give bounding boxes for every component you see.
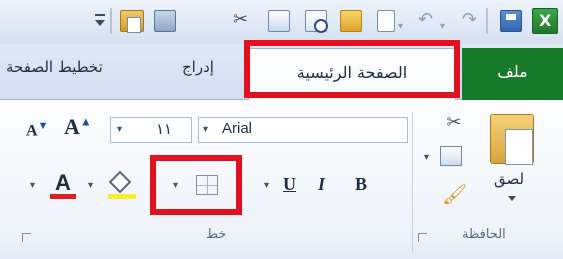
tab-insert[interactable]: إدراج bbox=[182, 58, 214, 76]
save-icon[interactable] bbox=[500, 10, 522, 32]
paint-bucket-icon[interactable] bbox=[154, 10, 176, 32]
font-color-button[interactable]: A bbox=[50, 170, 76, 200]
italic-button[interactable]: I bbox=[318, 174, 325, 195]
excel-icon[interactable] bbox=[532, 8, 558, 34]
font-group-caption: خط bbox=[206, 227, 227, 242]
grow-font-button[interactable]: A▲ bbox=[64, 114, 92, 140]
undo-icon[interactable]: ↶ bbox=[418, 9, 433, 31]
paste-dropdown-icon[interactable] bbox=[508, 196, 516, 201]
redo-dropdown-icon[interactable]: ▾ bbox=[440, 16, 445, 38]
new-document-icon[interactable] bbox=[377, 10, 395, 32]
group-separator bbox=[412, 112, 413, 252]
tab-page-layout[interactable]: تخطيط الصفحة bbox=[6, 58, 103, 76]
paste-button[interactable] bbox=[490, 114, 534, 165]
underline-button[interactable]: U bbox=[283, 174, 296, 195]
fill-color-button[interactable] bbox=[108, 170, 136, 200]
ribbon-tabs: ملف الصفحة الرئيسية إدراج تخطيط الصفحة bbox=[0, 44, 563, 101]
paste-label[interactable]: لصق bbox=[494, 170, 524, 188]
undo-dropdown-icon[interactable]: ▾ bbox=[398, 16, 403, 38]
tab-home[interactable]: الصفحة الرئيسية bbox=[248, 48, 456, 101]
cut-button-icon[interactable]: ✂ bbox=[444, 112, 464, 136]
cut-icon[interactable]: ✂ bbox=[233, 9, 248, 31]
fill-color-swatch bbox=[108, 194, 136, 199]
shrink-font-button[interactable]: A▼ bbox=[26, 120, 48, 140]
shrink-font-label: A bbox=[26, 122, 38, 140]
clipboard-launcher-icon[interactable] bbox=[418, 233, 427, 242]
fill-color-dropdown-icon[interactable]: ▾ bbox=[88, 180, 93, 191]
redo-icon[interactable]: ↷ bbox=[462, 9, 477, 31]
borders-button-icon[interactable] bbox=[196, 175, 218, 195]
grow-arrow-icon: ▲ bbox=[79, 114, 92, 129]
font-size-combobox[interactable] bbox=[110, 117, 192, 143]
font-name-value: Arial bbox=[222, 120, 253, 137]
toolbar-separator bbox=[486, 8, 488, 34]
bold-button[interactable]: B bbox=[355, 174, 367, 195]
font-launcher-icon[interactable] bbox=[22, 233, 31, 242]
toolbar-separator bbox=[110, 8, 112, 34]
grow-font-label: A bbox=[64, 114, 80, 139]
copy-dropdown-icon[interactable]: ▾ bbox=[424, 152, 429, 163]
print-preview-icon[interactable] bbox=[305, 10, 328, 33]
quick-access-toolbar: ↷ ▾ ↶ ▾ ✂ bbox=[0, 0, 563, 44]
ribbon-body: لصق ✂ ▾ 🖌 الحافظة Arial ▾ ١١ ▾ A▲ A▼ B I… bbox=[0, 100, 563, 259]
format-painter-icon[interactable]: 🖌 bbox=[442, 182, 467, 208]
font-color-letter-icon: A bbox=[55, 170, 71, 195]
font-name-dropdown-icon[interactable]: ▾ bbox=[203, 124, 208, 135]
font-color-dropdown-icon[interactable]: ▾ bbox=[30, 180, 35, 191]
shrink-arrow-icon: ▼ bbox=[37, 120, 49, 132]
open-folder-icon[interactable] bbox=[340, 10, 362, 32]
underline-dropdown-icon[interactable]: ▾ bbox=[264, 180, 269, 191]
copy-icon[interactable] bbox=[268, 10, 290, 32]
clipboard-group-caption: الحافظة bbox=[462, 227, 506, 242]
paste-icon[interactable] bbox=[120, 10, 144, 33]
font-size-dropdown-icon[interactable]: ▾ bbox=[117, 124, 122, 135]
borders-dropdown-icon[interactable]: ▾ bbox=[173, 180, 178, 191]
tab-file[interactable]: ملف bbox=[462, 48, 563, 100]
paint-bucket-icon bbox=[108, 170, 132, 194]
customize-toolbar-icon[interactable] bbox=[93, 12, 107, 30]
font-color-swatch bbox=[50, 194, 76, 199]
copy-button-icon[interactable] bbox=[440, 146, 462, 166]
font-size-value: ١١ bbox=[156, 120, 173, 138]
